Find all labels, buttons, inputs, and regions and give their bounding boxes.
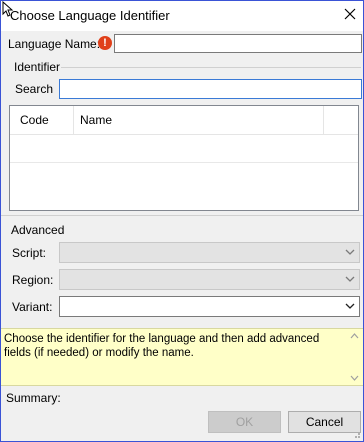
region-label: Region: — [12, 273, 54, 287]
scroll-down-icon — [350, 375, 359, 381]
list-header: Code Name — [10, 106, 358, 135]
list-row-divider — [10, 162, 358, 163]
advanced-group-label: Advanced — [11, 223, 65, 237]
window-title: Choose Language Identifier — [10, 8, 170, 23]
info-panel: Choose the identifier for the language a… — [1, 328, 363, 386]
identifier-list[interactable]: Code Name — [9, 105, 359, 211]
title-bar[interactable]: Choose Language Identifier — [1, 1, 363, 31]
column-divider[interactable] — [323, 106, 324, 134]
chevron-down-icon — [345, 303, 355, 309]
identifier-group-divider — [61, 67, 361, 68]
script-dropdown[interactable] — [59, 242, 360, 263]
search-label: Search — [15, 82, 54, 96]
close-icon[interactable] — [339, 3, 361, 25]
ok-button[interactable]: OK — [208, 411, 281, 433]
column-header-name[interactable]: Name — [80, 113, 112, 127]
language-name-label: Language Name: — [8, 37, 101, 51]
language-name-input[interactable] — [114, 34, 362, 53]
region-dropdown[interactable] — [59, 269, 360, 290]
variant-label: Variant: — [12, 300, 53, 314]
column-divider[interactable] — [73, 106, 74, 134]
info-scrollbar[interactable] — [347, 330, 362, 384]
error-exclamation-icon: ! — [98, 36, 112, 50]
variant-dropdown[interactable] — [59, 296, 360, 317]
identifier-group-label: Identifier — [14, 60, 61, 74]
chevron-down-icon — [345, 276, 355, 282]
dialog-window: Choose Language Identifier Language Name… — [0, 0, 364, 442]
search-input[interactable] — [59, 79, 362, 99]
section-divider — [1, 215, 363, 216]
chevron-down-icon — [345, 249, 355, 255]
resize-grip-icon[interactable] — [351, 429, 361, 439]
script-label: Script: — [12, 246, 47, 260]
scroll-up-icon — [350, 333, 359, 339]
summary-label: Summary: — [6, 391, 61, 405]
column-header-code[interactable]: Code — [20, 113, 49, 127]
info-text: Choose the identifier for the language a… — [4, 333, 320, 359]
